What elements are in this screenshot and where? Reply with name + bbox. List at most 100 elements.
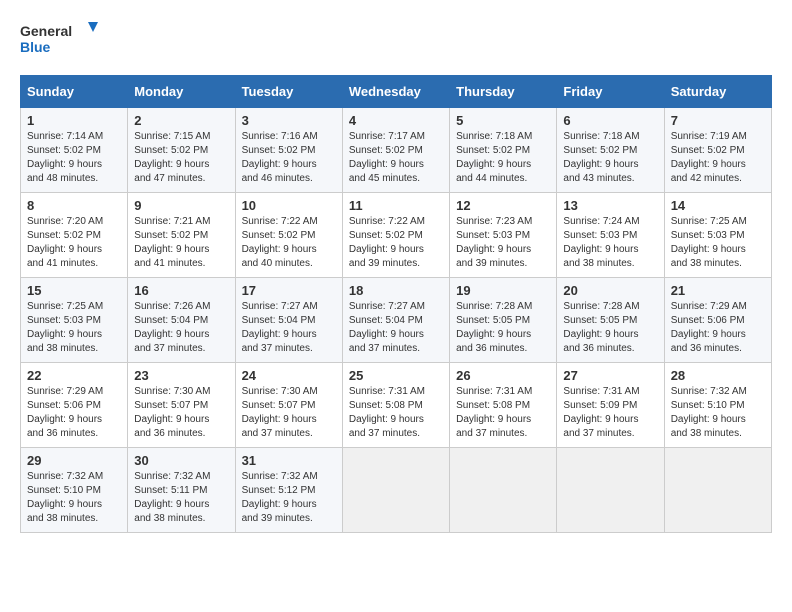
calendar-cell: 14Sunrise: 7:25 AM Sunset: 5:03 PM Dayli… bbox=[664, 193, 771, 278]
calendar-cell: 27 Sunrise: 7:31 AM Sunset: 5:09 PM Dayli… bbox=[557, 363, 664, 448]
col-wednesday: Wednesday bbox=[342, 76, 449, 108]
calendar-week-1: 1Sunrise: 7:14 AM Sunset: 5:02 PM Daylig… bbox=[21, 108, 772, 193]
day-number: 25 bbox=[349, 368, 443, 383]
header: General Blue bbox=[20, 20, 772, 65]
day-info: Sunrise: 7:32 AM Sunset: 5:10 PM Dayligh… bbox=[27, 470, 121, 526]
day-number: 1 bbox=[27, 113, 121, 128]
calendar-cell: 30 Sunrise: 7:32 AM Sunset: 5:11 PM Dayli… bbox=[128, 448, 235, 533]
calendar-cell: 11 Sunrise: 7:22 AM Sunset: 5:02 PM Dayli… bbox=[342, 193, 449, 278]
calendar-cell: 8Sunrise: 7:20 AM Sunset: 5:02 PM Daylig… bbox=[21, 193, 128, 278]
calendar-cell: 23 Sunrise: 7:30 AM Sunset: 5:07 PM Dayli… bbox=[128, 363, 235, 448]
calendar-cell: 18 Sunrise: 7:27 AM Sunset: 5:04 PM Dayli… bbox=[342, 278, 449, 363]
day-info: Sunrise: 7:18 AM Sunset: 5:02 PM Dayligh… bbox=[563, 130, 657, 186]
calendar-cell: 3Sunrise: 7:16 AM Sunset: 5:02 PM Daylig… bbox=[235, 108, 342, 193]
day-info: Sunrise: 7:22 AM Sunset: 5:02 PM Dayligh… bbox=[242, 215, 336, 271]
logo-svg: General Blue bbox=[20, 20, 100, 60]
day-info: Sunrise: 7:25 AM Sunset: 5:03 PM Dayligh… bbox=[27, 300, 121, 356]
day-info: Sunrise: 7:32 AM Sunset: 5:11 PM Dayligh… bbox=[134, 470, 228, 526]
day-info: Sunrise: 7:30 AM Sunset: 5:07 PM Dayligh… bbox=[134, 385, 228, 441]
calendar-cell bbox=[557, 448, 664, 533]
day-info: Sunrise: 7:30 AM Sunset: 5:07 PM Dayligh… bbox=[242, 385, 336, 441]
calendar-cell: 2 Sunrise: 7:15 AM Sunset: 5:02 PM Daylig… bbox=[128, 108, 235, 193]
day-info: Sunrise: 7:19 AM Sunset: 5:02 PM Dayligh… bbox=[671, 130, 765, 186]
calendar-cell: 26 Sunrise: 7:31 AM Sunset: 5:08 PM Dayli… bbox=[450, 363, 557, 448]
col-friday: Friday bbox=[557, 76, 664, 108]
calendar-week-4: 22 Sunrise: 7:29 AM Sunset: 5:06 PM Dayli… bbox=[21, 363, 772, 448]
calendar-cell: 15 Sunrise: 7:25 AM Sunset: 5:03 PM Dayli… bbox=[21, 278, 128, 363]
day-number: 28 bbox=[671, 368, 765, 383]
day-number: 22 bbox=[27, 368, 121, 383]
day-info: Sunrise: 7:23 AM Sunset: 5:03 PM Dayligh… bbox=[456, 215, 550, 271]
col-saturday: Saturday bbox=[664, 76, 771, 108]
calendar-week-2: 8Sunrise: 7:20 AM Sunset: 5:02 PM Daylig… bbox=[21, 193, 772, 278]
day-info: Sunrise: 7:29 AM Sunset: 5:06 PM Dayligh… bbox=[27, 385, 121, 441]
calendar-cell: 29Sunrise: 7:32 AM Sunset: 5:10 PM Dayli… bbox=[21, 448, 128, 533]
day-info: Sunrise: 7:15 AM Sunset: 5:02 PM Dayligh… bbox=[134, 130, 228, 186]
day-number: 5 bbox=[456, 113, 550, 128]
day-number: 7 bbox=[671, 113, 765, 128]
calendar-cell: 6Sunrise: 7:18 AM Sunset: 5:02 PM Daylig… bbox=[557, 108, 664, 193]
day-number: 20 bbox=[563, 283, 657, 298]
calendar-cell: 16Sunrise: 7:26 AM Sunset: 5:04 PM Dayli… bbox=[128, 278, 235, 363]
day-number: 12 bbox=[456, 198, 550, 213]
day-info: Sunrise: 7:21 AM Sunset: 5:02 PM Dayligh… bbox=[134, 215, 228, 271]
day-info: Sunrise: 7:26 AM Sunset: 5:04 PM Dayligh… bbox=[134, 300, 228, 356]
day-number: 4 bbox=[349, 113, 443, 128]
day-info: Sunrise: 7:32 AM Sunset: 5:10 PM Dayligh… bbox=[671, 385, 765, 441]
calendar-cell bbox=[450, 448, 557, 533]
calendar-cell: 17Sunrise: 7:27 AM Sunset: 5:04 PM Dayli… bbox=[235, 278, 342, 363]
day-info: Sunrise: 7:29 AM Sunset: 5:06 PM Dayligh… bbox=[671, 300, 765, 356]
day-number: 11 bbox=[349, 198, 443, 213]
day-number: 10 bbox=[242, 198, 336, 213]
calendar-cell: 7 Sunrise: 7:19 AM Sunset: 5:02 PM Daylig… bbox=[664, 108, 771, 193]
day-number: 27 bbox=[563, 368, 657, 383]
col-sunday: Sunday bbox=[21, 76, 128, 108]
calendar-cell: 10 Sunrise: 7:22 AM Sunset: 5:02 PM Dayli… bbox=[235, 193, 342, 278]
calendar-cell: 22 Sunrise: 7:29 AM Sunset: 5:06 PM Dayli… bbox=[21, 363, 128, 448]
calendar-cell bbox=[342, 448, 449, 533]
day-info: Sunrise: 7:22 AM Sunset: 5:02 PM Dayligh… bbox=[349, 215, 443, 271]
day-number: 8 bbox=[27, 198, 121, 213]
day-number: 21 bbox=[671, 283, 765, 298]
day-number: 13 bbox=[563, 198, 657, 213]
calendar-cell: 24 Sunrise: 7:30 AM Sunset: 5:07 PM Dayli… bbox=[235, 363, 342, 448]
day-number: 2 bbox=[134, 113, 228, 128]
day-number: 14 bbox=[671, 198, 765, 213]
col-monday: Monday bbox=[128, 76, 235, 108]
day-info: Sunrise: 7:31 AM Sunset: 5:08 PM Dayligh… bbox=[456, 385, 550, 441]
day-number: 30 bbox=[134, 453, 228, 468]
day-info: Sunrise: 7:32 AM Sunset: 5:12 PM Dayligh… bbox=[242, 470, 336, 526]
day-number: 26 bbox=[456, 368, 550, 383]
day-info: Sunrise: 7:31 AM Sunset: 5:09 PM Dayligh… bbox=[563, 385, 657, 441]
day-number: 15 bbox=[27, 283, 121, 298]
calendar-cell: 21 Sunrise: 7:29 AM Sunset: 5:06 PM Dayli… bbox=[664, 278, 771, 363]
logo: General Blue bbox=[20, 20, 100, 65]
day-number: 18 bbox=[349, 283, 443, 298]
calendar-cell: 12 Sunrise: 7:23 AM Sunset: 5:03 PM Dayli… bbox=[450, 193, 557, 278]
col-thursday: Thursday bbox=[450, 76, 557, 108]
calendar-cell: 4 Sunrise: 7:17 AM Sunset: 5:02 PM Daylig… bbox=[342, 108, 449, 193]
calendar-body: 1Sunrise: 7:14 AM Sunset: 5:02 PM Daylig… bbox=[21, 108, 772, 533]
calendar-cell: 1Sunrise: 7:14 AM Sunset: 5:02 PM Daylig… bbox=[21, 108, 128, 193]
day-info: Sunrise: 7:27 AM Sunset: 5:04 PM Dayligh… bbox=[349, 300, 443, 356]
day-number: 3 bbox=[242, 113, 336, 128]
calendar-table: Sunday Monday Tuesday Wednesday Thursday… bbox=[20, 75, 772, 533]
header-row: Sunday Monday Tuesday Wednesday Thursday… bbox=[21, 76, 772, 108]
day-info: Sunrise: 7:27 AM Sunset: 5:04 PM Dayligh… bbox=[242, 300, 336, 356]
calendar-cell bbox=[664, 448, 771, 533]
calendar-cell: 20Sunrise: 7:28 AM Sunset: 5:05 PM Dayli… bbox=[557, 278, 664, 363]
day-info: Sunrise: 7:17 AM Sunset: 5:02 PM Dayligh… bbox=[349, 130, 443, 186]
logo-text: General Blue bbox=[20, 20, 100, 65]
day-number: 9 bbox=[134, 198, 228, 213]
calendar-cell: 13 Sunrise: 7:24 AM Sunset: 5:03 PM Dayli… bbox=[557, 193, 664, 278]
day-info: Sunrise: 7:28 AM Sunset: 5:05 PM Dayligh… bbox=[456, 300, 550, 356]
calendar-cell: 25Sunrise: 7:31 AM Sunset: 5:08 PM Dayli… bbox=[342, 363, 449, 448]
calendar-week-3: 15 Sunrise: 7:25 AM Sunset: 5:03 PM Dayli… bbox=[21, 278, 772, 363]
day-number: 31 bbox=[242, 453, 336, 468]
day-number: 19 bbox=[456, 283, 550, 298]
calendar-cell: 19 Sunrise: 7:28 AM Sunset: 5:05 PM Dayli… bbox=[450, 278, 557, 363]
svg-text:General: General bbox=[20, 23, 72, 39]
day-number: 23 bbox=[134, 368, 228, 383]
day-number: 24 bbox=[242, 368, 336, 383]
day-info: Sunrise: 7:24 AM Sunset: 5:03 PM Dayligh… bbox=[563, 215, 657, 271]
